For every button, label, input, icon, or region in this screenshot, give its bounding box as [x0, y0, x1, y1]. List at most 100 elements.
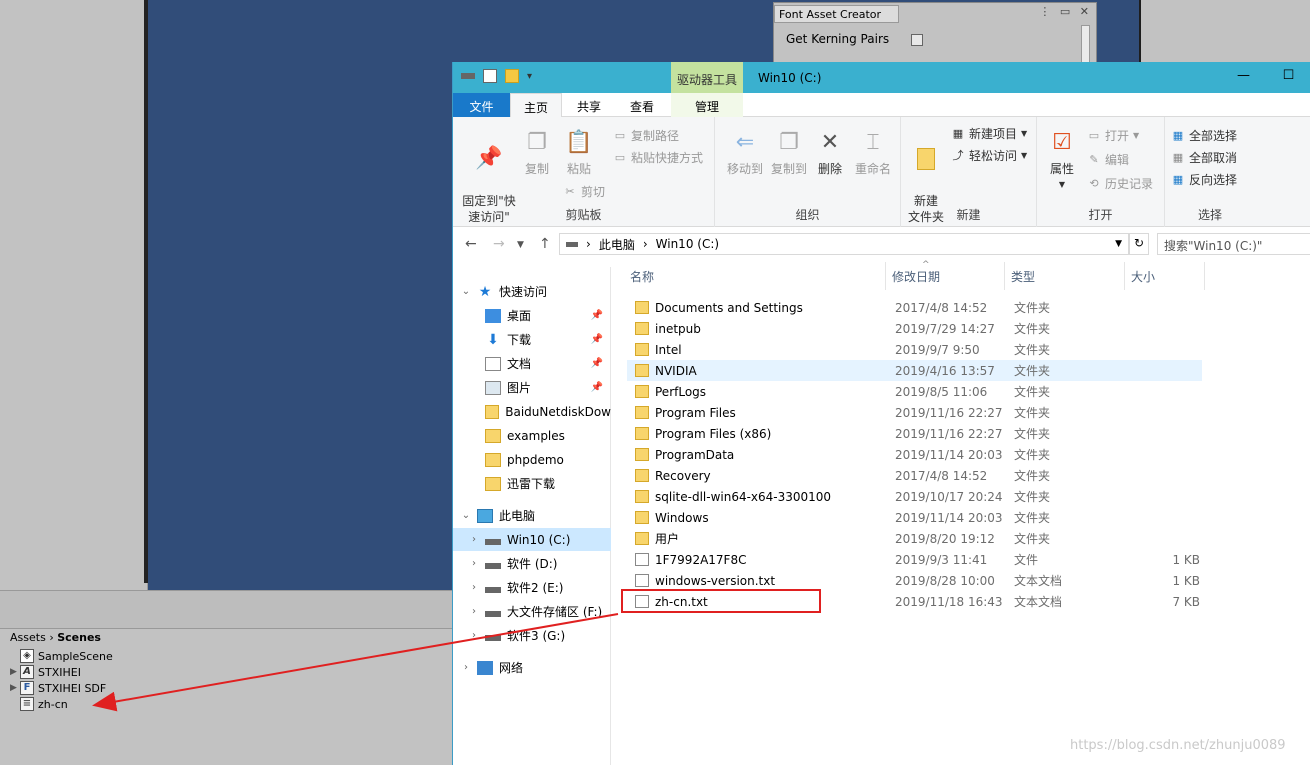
expand-chevron-icon[interactable]: ⌄ [459, 286, 473, 297]
nav-drive-e[interactable]: › 软件2 (E:) [453, 576, 611, 599]
kerning-checkbox[interactable] [911, 34, 923, 46]
refresh-icon[interactable]: ↻ [1129, 233, 1149, 255]
nav-drive-f[interactable]: › 大文件存储区 (F:) [453, 600, 611, 623]
copy-path-button[interactable]: ▭ 复制路径 [613, 127, 679, 144]
file-row[interactable]: NVIDIA 2019/4/16 13:57 文件夹 [627, 360, 1202, 381]
recent-dropdown-icon[interactable]: ▼ [517, 240, 524, 250]
nav-item-baidu[interactable]: BaiduNetdiskDow [453, 400, 611, 423]
cut-button[interactable]: ✂ 剪切 [563, 183, 605, 200]
drive-icon[interactable] [461, 73, 475, 79]
breadcrumb-this-pc[interactable]: 此电脑 [599, 236, 635, 253]
nav-item-phpdemo[interactable]: phpdemo [453, 448, 611, 471]
pin-icon[interactable]: 📌 [591, 334, 603, 345]
address-dropdown-icon[interactable]: ▼ [1115, 239, 1122, 249]
nav-quick-access[interactable]: ⌄ ★ 快速访问 [453, 280, 611, 303]
scrollbar[interactable] [1081, 25, 1090, 63]
file-row[interactable]: Recovery 2017/4/8 14:52 文件夹 [627, 465, 1202, 486]
nav-drive-d[interactable]: › 软件 (D:) [453, 552, 611, 575]
asset-item[interactable]: ≡ zh-cn [10, 696, 68, 712]
drive-tools-tab[interactable]: 驱动器工具 [671, 62, 743, 93]
forward-arrow-icon[interactable]: → [493, 236, 505, 252]
select-none-button[interactable]: ▦ 全部取消 [1171, 149, 1237, 166]
nav-item-documents[interactable]: 文档 📌 [453, 352, 611, 375]
select-all-button[interactable]: ▦ 全部选择 [1171, 127, 1237, 144]
file-row[interactable]: Program Files 2019/11/16 22:27 文件夹 [627, 402, 1202, 423]
file-type: 文件夹 [1014, 364, 1051, 378]
back-arrow-icon[interactable]: ← [465, 236, 477, 252]
pin-icon[interactable]: 📌 [591, 382, 603, 393]
tab-manage[interactable]: 管理 [671, 93, 743, 117]
tab-home[interactable]: 主页 [510, 93, 562, 118]
nav-network[interactable]: › 网络 [453, 656, 611, 679]
column-divider[interactable] [885, 262, 886, 290]
edit-button[interactable]: ✎ 编辑 [1087, 151, 1129, 168]
breadcrumb-scenes[interactable]: Scenes [57, 631, 101, 644]
customize-dropdown-icon[interactable]: ▾ [527, 71, 532, 82]
file-row[interactable]: PerfLogs 2019/8/5 11:06 文件夹 [627, 381, 1202, 402]
expand-arrow-icon[interactable]: ▶ [10, 683, 20, 693]
font-asset-creator-tab[interactable]: Font Asset Creator [774, 5, 899, 23]
easy-access-button[interactable]: ⤴ 轻松访问 ▼ [951, 147, 1028, 164]
address-bar[interactable]: › 此电脑 › Win10 (C:) ▼ [559, 233, 1129, 255]
tab-file[interactable]: 文件 [453, 93, 510, 117]
new-item-button[interactable]: ▦ 新建项目 ▼ [951, 125, 1027, 142]
expand-chevron-icon[interactable]: ⌄ [459, 510, 473, 521]
file-row[interactable]: Intel 2019/9/7 9:50 文件夹 [627, 339, 1202, 360]
file-row[interactable]: Documents and Settings 2017/4/8 14:52 文件夹 [627, 297, 1202, 318]
expand-arrow-icon[interactable]: › [467, 582, 481, 593]
minimize-icon[interactable]: — [1221, 62, 1266, 93]
column-date[interactable]: 修改日期 [892, 268, 940, 285]
file-row[interactable]: inetpub 2019/7/29 14:27 文件夹 [627, 318, 1202, 339]
properties-icon[interactable] [483, 69, 497, 83]
expand-arrow-icon[interactable]: › [467, 630, 481, 641]
breadcrumb-drive[interactable]: Win10 (C:) [656, 237, 719, 251]
asset-item[interactable]: ◈ SampleScene [10, 648, 113, 664]
tab-share[interactable]: 共享 [563, 93, 615, 117]
asset-item[interactable]: ▶ A STXIHEI [10, 664, 81, 680]
file-row[interactable]: ProgramData 2019/11/14 20:03 文件夹 [627, 444, 1202, 465]
paste-button[interactable]: 📋 粘贴 [551, 129, 607, 177]
column-divider[interactable] [1204, 262, 1205, 290]
nav-item-desktop[interactable]: 桌面 📌 [453, 304, 611, 327]
maximize-icon[interactable]: ☐ [1266, 62, 1310, 93]
column-name[interactable]: 名称 [630, 268, 654, 285]
column-divider[interactable] [1124, 262, 1125, 290]
expand-arrow-icon[interactable]: › [467, 606, 481, 617]
nav-item-examples[interactable]: examples [453, 424, 611, 447]
file-row[interactable]: windows-version.txt 2019/8/28 10:00 文本文档 1 … [627, 570, 1202, 591]
up-arrow-icon[interactable]: ↑ [539, 236, 551, 252]
expand-arrow-icon[interactable]: ▶ [10, 667, 20, 677]
expand-arrow-icon[interactable]: › [467, 534, 481, 545]
file-row[interactable]: sqlite-dll-win64-x64-3300100 2019/10/17 2… [627, 486, 1202, 507]
expand-arrow-icon[interactable]: › [467, 558, 481, 569]
column-size[interactable]: 大小 [1131, 268, 1155, 285]
paste-shortcut-button[interactable]: ▭ 粘贴快捷方式 [613, 149, 703, 166]
invert-selection-button[interactable]: ▦ 反向选择 [1171, 171, 1237, 188]
window-controls-icon[interactable]: ⋮ ▭ ✕ [1039, 5, 1092, 18]
pin-icon[interactable]: 📌 [591, 358, 603, 369]
tab-view[interactable]: 查看 [616, 93, 668, 117]
pin-icon[interactable]: 📌 [591, 310, 603, 321]
nav-drive-g[interactable]: › 软件3 (G:) [453, 624, 611, 647]
nav-item-downloads[interactable]: ⬇ 下载 📌 [453, 328, 611, 351]
open-button[interactable]: ▭ 打开 ▼ [1087, 127, 1139, 144]
asset-item[interactable]: ▶ F STXIHEI SDF [10, 680, 106, 696]
nav-item-pictures[interactable]: 图片 📌 [453, 376, 611, 399]
nav-this-pc[interactable]: ⌄ 此电脑 [453, 504, 611, 527]
file-row[interactable]: Windows 2019/11/14 20:03 文件夹 [627, 507, 1202, 528]
file-row[interactable]: 用户 2019/8/20 19:12 文件夹 [627, 528, 1202, 549]
expand-arrow-icon[interactable]: › [459, 662, 473, 673]
history-button[interactable]: ⟲ 历史记录 [1087, 175, 1153, 192]
breadcrumb-assets[interactable]: Assets [10, 631, 46, 644]
rename-button[interactable]: ⌶ 重命名 [843, 129, 903, 177]
column-type[interactable]: 类型 [1011, 268, 1035, 285]
column-divider[interactable] [1004, 262, 1005, 290]
search-input[interactable]: 搜索"Win10 (C:)" [1157, 233, 1310, 255]
title-bar[interactable]: ▾ 驱动器工具 Win10 (C:) — ☐ [453, 62, 1310, 93]
nav-item-xunlei[interactable]: 迅雷下载 [453, 472, 611, 495]
new-folder-icon[interactable] [505, 69, 519, 83]
nav-drive-c[interactable]: › Win10 (C:) [453, 528, 611, 551]
properties-button[interactable]: ☑ 属性 ▼ [1037, 129, 1087, 193]
file-row[interactable]: 1F7992A17F8C 2019/9/3 11:41 文件 1 KB [627, 549, 1202, 570]
file-row[interactable]: Program Files (x86) 2019/11/16 22:27 文件夹 [627, 423, 1202, 444]
